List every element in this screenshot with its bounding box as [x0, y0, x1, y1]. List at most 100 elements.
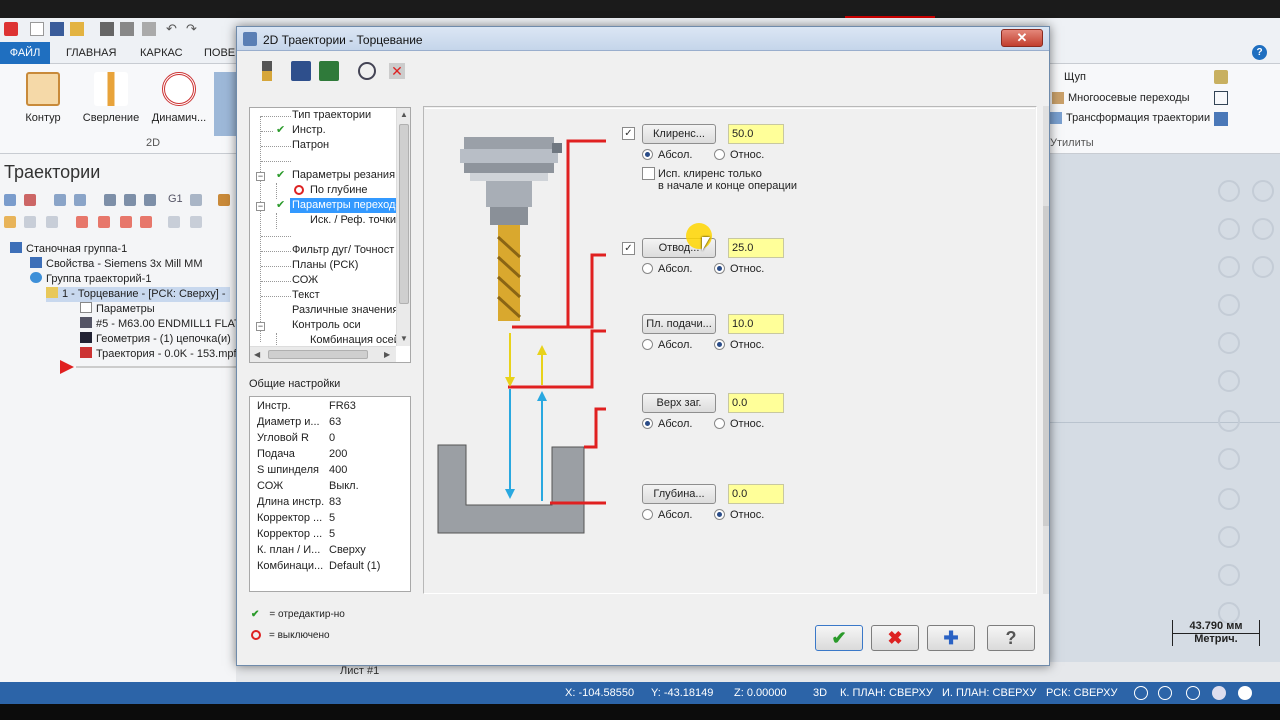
tree-item-path-type[interactable]: Тип траектории [292, 108, 371, 123]
tool-library-icon[interactable] [255, 59, 279, 83]
tab-home[interactable]: ГЛАВНАЯ [56, 42, 126, 64]
feed-plane-input[interactable]: 10.0 [728, 314, 784, 334]
multiaxis-item[interactable]: Многоосевые переходы [1052, 92, 1190, 105]
feed-plane-button[interactable]: Пл. подачи... [642, 314, 716, 334]
tree-item[interactable]: Группа траекторий-1 [30, 272, 151, 287]
lock-icon[interactable] [4, 216, 16, 228]
ok-button[interactable]: ✔ [815, 625, 863, 651]
tree-item[interactable]: Свойства - Siemens 3x Mill MM [30, 257, 202, 272]
clearance-rel-radio[interactable]: Относ. [714, 149, 764, 163]
print-icon[interactable] [100, 22, 114, 36]
tree-item-operation[interactable]: 1 - Торцевание - [РСК: Сверху] - [46, 287, 230, 302]
probe-item[interactable]: Щуп [1064, 71, 1086, 83]
depth-button[interactable]: Глубина... [642, 484, 716, 504]
open-icon[interactable] [70, 22, 84, 36]
clearance-input[interactable]: 50.0 [728, 124, 784, 144]
dynamic-button[interactable]: Динамич... [148, 72, 210, 124]
tree-item-home[interactable]: Иск. / Реф. точки [310, 213, 396, 228]
tree-item-cut-params[interactable]: Параметры резания [292, 168, 395, 183]
save-icon[interactable] [50, 22, 64, 36]
tree-item[interactable]: #5 - M63.00 ENDMILL1 FLAT - [80, 317, 247, 332]
save-icon[interactable] [289, 59, 313, 83]
save-all-icon[interactable] [317, 59, 341, 83]
retract-checkbox[interactable]: ✓ [622, 242, 635, 255]
retract-rel-radio[interactable]: Относ. [714, 263, 764, 277]
clearance-button[interactable]: Кли­ренс... [642, 124, 716, 144]
preview-icon[interactable] [120, 22, 134, 36]
scroll-thumb[interactable] [399, 124, 409, 304]
status-kplan[interactable]: К. ПЛАН: СВЕРХУ [840, 687, 933, 699]
paste-icon[interactable] [190, 216, 202, 228]
scroll-up-icon[interactable]: ▲ [400, 110, 408, 119]
preview-icon[interactable] [355, 59, 379, 83]
expand-toggle[interactable]: − [256, 202, 265, 211]
tree-item-coolant[interactable]: СОЖ [292, 273, 318, 288]
tree-item[interactable]: Геометрия - (1) цепочка(и) [80, 332, 231, 347]
tree-horizontal-scrollbar[interactable]: ◀ ▶ [250, 346, 396, 362]
close-button[interactable]: ✕ [1001, 29, 1043, 47]
globe-icon[interactable] [1134, 686, 1148, 700]
retract-input[interactable]: 25.0 [728, 238, 784, 258]
scroll-left-icon[interactable]: ◀ [254, 350, 260, 359]
status-mode[interactable]: 3D [813, 687, 827, 699]
graphics-viewport[interactable]: 43.790 мм Метрич. [1050, 154, 1280, 682]
tree-item[interactable]: Траектория - 0.0K - 153.mpf [80, 347, 237, 362]
tree-item-holder[interactable]: Патрон [292, 138, 329, 153]
wave-icon[interactable] [24, 216, 36, 228]
ruler-icon[interactable] [1218, 410, 1240, 432]
status-iplan[interactable]: И. ПЛАН: СВЕРХУ [942, 687, 1036, 699]
top-of-stock-abs-radio[interactable]: Абсол. [642, 418, 693, 432]
shade-icon[interactable] [1212, 686, 1226, 700]
contour-button[interactable]: Контур [12, 72, 74, 124]
cut-icon[interactable] [168, 216, 180, 228]
move-icon[interactable] [140, 216, 152, 228]
top-of-stock-input[interactable]: 0.0 [728, 393, 784, 413]
measure-icon[interactable] [1218, 370, 1240, 392]
help-icon[interactable]: ? [1252, 45, 1267, 60]
retract-abs-radio[interactable]: Абсол. [642, 263, 693, 277]
clearance-abs-radio[interactable]: Абсол. [642, 149, 693, 163]
circle-icon[interactable] [1218, 256, 1240, 278]
post-icon[interactable] [190, 194, 202, 206]
tab-file[interactable]: ФАЙЛ [0, 42, 50, 64]
tree-item-text[interactable]: Текст [292, 288, 320, 303]
apply-button[interactable]: ✚ [927, 625, 975, 651]
scroll-right-icon[interactable]: ▶ [384, 350, 390, 359]
globe2-icon[interactable] [1158, 686, 1172, 700]
box-icon[interactable] [1218, 332, 1240, 354]
top-of-stock-button[interactable]: Верх заг. [642, 393, 716, 413]
tree-item-linking[interactable]: Параметры переходо [290, 198, 404, 213]
toggle-display-icon[interactable] [46, 216, 58, 228]
top-of-stock-rel-radio[interactable]: Относ. [714, 418, 764, 432]
g1-icon[interactable]: G1 [168, 193, 183, 205]
expand-toggle[interactable]: − [256, 172, 265, 181]
pencil-icon[interactable] [1218, 448, 1240, 470]
tree-item-depth[interactable]: По глубине [310, 183, 368, 198]
wrench-icon[interactable] [218, 194, 230, 206]
drilling-button[interactable]: Сверление [80, 72, 142, 124]
regen-icon[interactable] [54, 194, 66, 206]
deselect-icon[interactable] [24, 194, 36, 206]
layers-icon[interactable] [1218, 526, 1240, 548]
arrow-down-icon[interactable] [76, 216, 88, 228]
clearance-only-start-end-checkbox[interactable] [642, 167, 655, 180]
tree-item-arc-filter[interactable]: Фильтр дуг/ Точност [292, 243, 394, 258]
depth-abs-radio[interactable]: Абсол. [642, 509, 693, 523]
depth-input[interactable]: 0.0 [728, 484, 784, 504]
cross-icon[interactable] [1218, 218, 1240, 240]
sphere-icon[interactable] [1186, 686, 1200, 700]
new-file-icon[interactable] [30, 22, 44, 36]
tree-item[interactable]: Станочная группа-1 [10, 242, 127, 257]
tree-item-axis-control[interactable]: Контроль оси [292, 318, 361, 333]
arrow-up-icon[interactable] [98, 216, 110, 228]
tree-item-misc[interactable]: Различные значения [292, 303, 398, 318]
tree-item-planes[interactable]: Планы (РСК) [292, 258, 358, 273]
settings-icon[interactable] [1252, 218, 1274, 240]
tree-item-tool[interactable]: Инстр. [292, 123, 326, 138]
redo-icon[interactable]: ↷ [186, 22, 200, 36]
no-icon[interactable] [1252, 256, 1274, 278]
add-icon[interactable] [1218, 180, 1240, 202]
scroll-down-icon[interactable]: ▼ [400, 334, 408, 343]
grid-icon[interactable] [1252, 180, 1274, 202]
transform-item[interactable]: Трансформация траектории [1050, 112, 1210, 125]
